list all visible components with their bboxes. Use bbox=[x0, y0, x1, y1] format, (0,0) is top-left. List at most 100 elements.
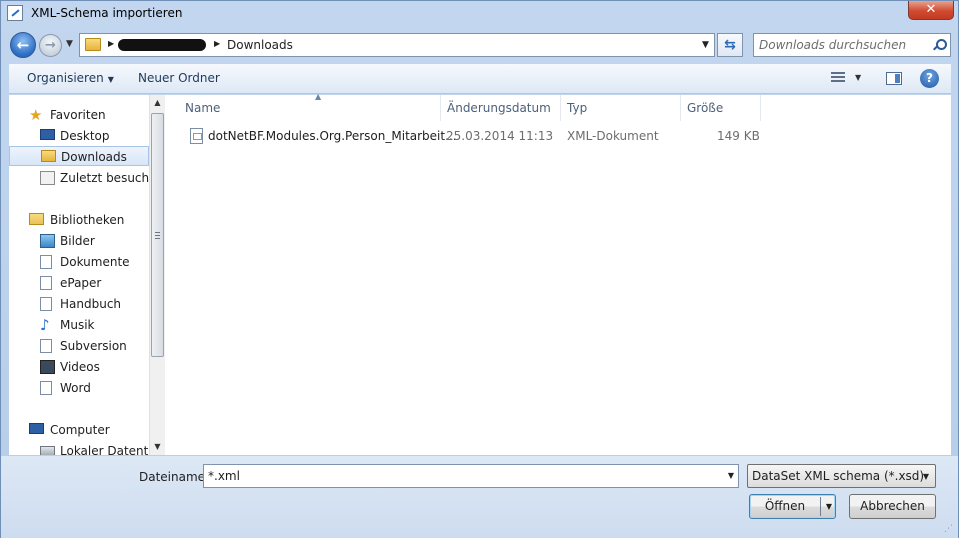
chevron-down-icon[interactable]: ▼ bbox=[728, 471, 734, 480]
split-divider bbox=[820, 497, 821, 516]
sidebar-item-label: Favoriten bbox=[50, 108, 106, 122]
sidebar-item-label: Musik bbox=[60, 318, 95, 332]
open-button[interactable]: Öffnen ▼ bbox=[749, 494, 836, 519]
column-header-date[interactable]: Änderungsdatum bbox=[441, 95, 561, 121]
recent-pages-dropdown-icon[interactable]: ▼ bbox=[66, 39, 73, 49]
navigation-pane: ★ Favoriten Desktop Downloads Zuletzt be… bbox=[9, 95, 165, 455]
table-row[interactable]: dotNetBF.Modules.Org.Person_Mitarbeit...… bbox=[186, 125, 766, 147]
column-divider[interactable] bbox=[760, 95, 761, 121]
resize-grip-icon[interactable]: ⋰ bbox=[944, 524, 954, 534]
search-icon[interactable] bbox=[933, 39, 947, 51]
main-content: ★ Favoriten Desktop Downloads Zuletzt be… bbox=[9, 92, 951, 455]
sidebar-item-computer[interactable]: Computer bbox=[9, 420, 149, 440]
view-options-icon[interactable] bbox=[831, 72, 845, 84]
sidebar-item-zuletzt-besucht[interactable]: Zuletzt besucht bbox=[9, 168, 154, 188]
column-header-label: Name bbox=[185, 101, 221, 115]
column-header-label: Änderungsdatum bbox=[447, 101, 551, 115]
filename-value: *.xml bbox=[208, 469, 240, 483]
cancel-button[interactable]: Abbrechen bbox=[849, 494, 936, 519]
organize-button[interactable]: Organisieren ▼ bbox=[27, 71, 114, 85]
sidebar-item-subversion[interactable]: Subversion bbox=[9, 336, 149, 356]
sidebar-item-label: Bilder bbox=[60, 234, 95, 248]
recent-places-icon bbox=[40, 171, 55, 185]
breadcrumb-downloads[interactable]: Downloads bbox=[227, 38, 293, 52]
navigation-bar: ← → ▼ ▶ ▶ Downloads ▼ ⇆ Downloads durchs… bbox=[1, 30, 958, 60]
title-bar: XML-Schema importieren ✕ bbox=[1, 1, 958, 27]
filename-label: Dateiname: bbox=[139, 470, 210, 484]
sidebar-item-handbuch[interactable]: Handbuch bbox=[9, 294, 149, 314]
file-type: XML-Dokument bbox=[567, 129, 659, 143]
breadcrumb-arrow-icon[interactable]: ▶ bbox=[108, 39, 114, 48]
sidebar-item-word[interactable]: Word bbox=[9, 378, 149, 398]
library-doc-icon bbox=[40, 276, 52, 290]
app-icon bbox=[7, 5, 23, 21]
sidebar-item-label: Dokumente bbox=[60, 255, 130, 269]
sidebar-item-downloads[interactable]: Downloads bbox=[9, 146, 149, 166]
address-history-dropdown-icon[interactable]: ▼ bbox=[697, 34, 714, 56]
sidebar-item-lokaler-datentraeger[interactable]: Lokaler Datenträ bbox=[9, 441, 149, 455]
folder-icon bbox=[85, 38, 101, 51]
sidebar-item-bilder[interactable]: Bilder bbox=[9, 231, 149, 251]
sidebar-item-epaper[interactable]: ePaper bbox=[9, 273, 149, 293]
chevron-down-icon: ▼ bbox=[107, 75, 114, 84]
sidebar-item-label: ePaper bbox=[60, 276, 102, 290]
forward-button[interactable]: → bbox=[39, 34, 62, 57]
sidebar-item-label: Bibliotheken bbox=[50, 213, 125, 227]
sidebar-item-videos[interactable]: Videos bbox=[9, 357, 149, 377]
library-doc-icon bbox=[40, 381, 52, 395]
sort-ascending-icon: ▲ bbox=[315, 92, 322, 101]
back-button[interactable]: ← bbox=[10, 32, 36, 58]
libraries-icon bbox=[29, 213, 44, 225]
sidebar-item-label: Desktop bbox=[60, 129, 110, 143]
open-options-dropdown-icon[interactable]: ▼ bbox=[826, 495, 832, 518]
file-type-value: DataSet XML schema (*.xsd) bbox=[752, 469, 925, 483]
search-box[interactable]: Downloads durchsuchen bbox=[753, 33, 951, 57]
videos-icon bbox=[40, 360, 55, 374]
sidebar-item-label: Handbuch bbox=[60, 297, 122, 311]
sidebar-item-bibliotheken[interactable]: Bibliotheken bbox=[9, 210, 149, 230]
file-list-pane: Name ▲ Änderungsdatum Typ Größe dotNetBF… bbox=[169, 92, 951, 455]
file-size: 149 KB bbox=[717, 129, 760, 143]
close-button[interactable]: ✕ bbox=[908, 1, 954, 20]
new-folder-button[interactable]: Neuer Ordner bbox=[138, 71, 220, 85]
file-type-select[interactable]: DataSet XML schema (*.xsd) ▼ bbox=[747, 464, 936, 488]
open-label: Öffnen bbox=[764, 499, 806, 513]
address-bar[interactable]: ▶ ▶ Downloads ▼ bbox=[79, 33, 715, 57]
star-icon: ★ bbox=[29, 106, 43, 124]
sidebar-item-label: Subversion bbox=[60, 339, 127, 353]
chevron-down-icon: ▼ bbox=[922, 472, 929, 481]
scrollbar-thumb[interactable] bbox=[151, 113, 164, 357]
sidebar-item-desktop[interactable]: Desktop bbox=[9, 126, 149, 146]
file-name: dotNetBF.Modules.Org.Person_Mitarbeit... bbox=[208, 129, 457, 143]
scroll-up-icon[interactable]: ▲ bbox=[150, 95, 165, 111]
column-header-label: Typ bbox=[567, 101, 588, 115]
window-title: XML-Schema importieren bbox=[31, 6, 183, 20]
refresh-button[interactable]: ⇆ bbox=[717, 33, 743, 57]
sidebar-item-label: Videos bbox=[60, 360, 100, 374]
help-icon[interactable]: ? bbox=[920, 69, 939, 88]
sidebar-item-musik[interactable]: ♪ Musik bbox=[9, 315, 149, 335]
open-file-dialog: XML-Schema importieren ✕ ← → ▼ ▶ ▶ Downl… bbox=[0, 0, 959, 538]
music-icon: ♪ bbox=[40, 316, 50, 334]
xml-file-icon bbox=[190, 128, 203, 144]
column-header-type[interactable]: Typ bbox=[561, 95, 681, 121]
search-input[interactable]: Downloads durchsuchen bbox=[759, 38, 906, 52]
sidebar-item-label: Word bbox=[60, 381, 91, 395]
drive-icon bbox=[40, 446, 55, 455]
view-dropdown-icon[interactable]: ▼ bbox=[855, 73, 861, 82]
library-doc-icon bbox=[40, 297, 52, 311]
computer-icon bbox=[29, 423, 44, 434]
breadcrumb-arrow-icon[interactable]: ▶ bbox=[214, 39, 220, 48]
refresh-icon: ⇆ bbox=[724, 37, 736, 53]
pictures-icon bbox=[40, 234, 55, 248]
sidebar-item-label: Downloads bbox=[61, 150, 127, 164]
sidebar-scrollbar[interactable]: ▲ ▼ bbox=[149, 95, 165, 455]
scroll-down-icon[interactable]: ▼ bbox=[150, 439, 165, 455]
preview-pane-icon[interactable] bbox=[886, 72, 902, 85]
filename-field[interactable]: *.xml ▼ bbox=[203, 464, 739, 488]
column-header-size[interactable]: Größe bbox=[681, 95, 761, 121]
organize-label: Organisieren bbox=[27, 71, 104, 85]
sidebar-item-favoriten[interactable]: ★ Favoriten bbox=[9, 105, 149, 125]
sidebar-item-dokumente[interactable]: Dokumente bbox=[9, 252, 149, 272]
column-header-name[interactable]: Name ▲ bbox=[179, 92, 441, 121]
